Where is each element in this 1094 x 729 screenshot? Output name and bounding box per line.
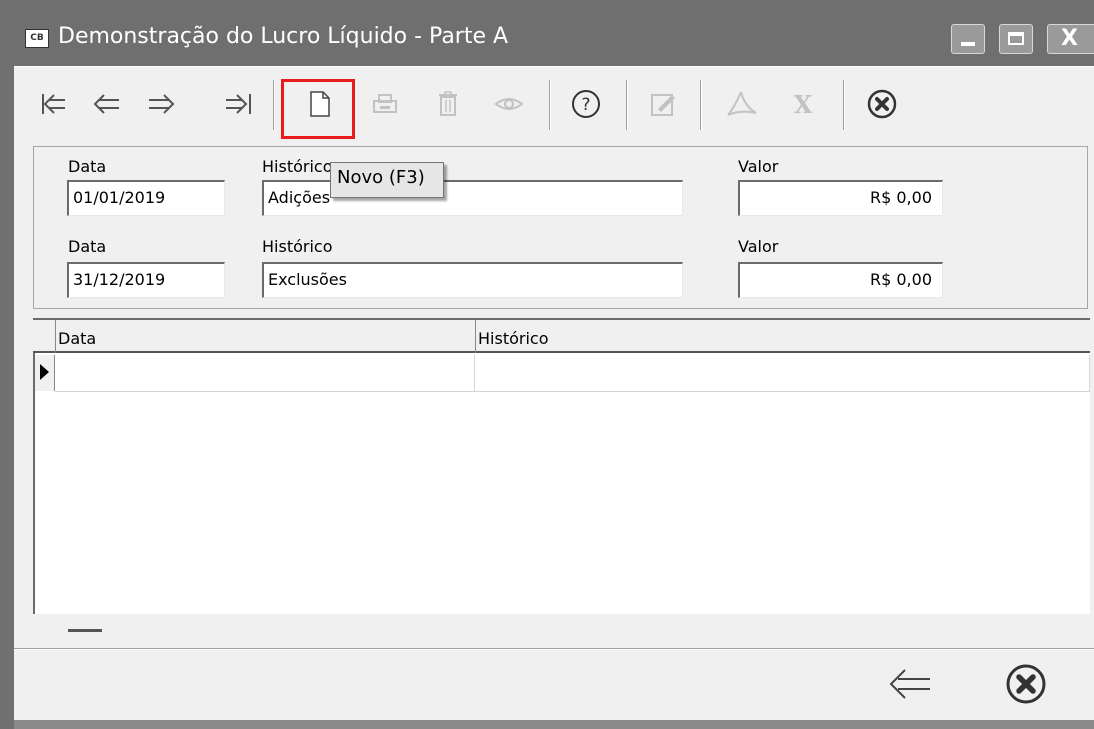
toolbar-separator <box>843 80 845 130</box>
data-field-2[interactable]: 31/12/2019 <box>67 262 225 298</box>
next-record-button[interactable] <box>145 83 179 125</box>
excel-button[interactable]: X <box>783 83 823 125</box>
last-record-icon <box>226 94 251 114</box>
historico-label-1: Histórico <box>262 157 333 176</box>
data-label-2: Data <box>68 237 107 256</box>
edit-button[interactable] <box>643 83 683 125</box>
edit-icon <box>651 94 675 116</box>
trash-icon <box>439 91 457 116</box>
table-cell-historico[interactable] <box>475 355 1090 392</box>
toolbar-separator <box>700 80 702 130</box>
help-icon: ? <box>572 90 600 118</box>
print-icon <box>373 94 397 113</box>
window-close-button[interactable]: X <box>1047 24 1094 54</box>
tooltip: Novo (F3) <box>330 162 444 198</box>
scroll-thumb[interactable] <box>68 629 102 632</box>
toolbar-separator <box>626 80 628 130</box>
maximize-icon <box>1008 32 1024 45</box>
excel-icon: X <box>794 90 813 118</box>
svg-text:X: X <box>794 90 813 118</box>
valor-label-1: Valor <box>738 157 779 176</box>
minimize-button[interactable] <box>951 24 985 54</box>
first-record-icon <box>42 94 65 114</box>
historico-field-2[interactable]: Exclusões <box>262 262 683 298</box>
delete-button[interactable] <box>428 83 468 125</box>
view-button[interactable] <box>487 83 531 125</box>
historico-label-2: Histórico <box>262 237 333 256</box>
help-button[interactable]: ? <box>566 83 606 125</box>
valor-label-2: Valor <box>738 237 779 256</box>
historico-field-1[interactable]: Adições <box>262 180 683 216</box>
toolbar-separator <box>549 80 551 130</box>
previous-record-button[interactable] <box>89 83 123 125</box>
data-label-1: Data <box>68 157 107 176</box>
window-title: Demonstração do Lucro Líquido - Parte A <box>58 24 509 49</box>
back-arrow-icon <box>889 669 930 699</box>
footer-close-button[interactable] <box>1002 660 1050 708</box>
toolbar-close-button[interactable] <box>862 83 902 125</box>
close-circle-icon <box>1006 664 1046 704</box>
first-record-button[interactable] <box>37 83 71 125</box>
close-circle-icon <box>867 89 897 119</box>
valor-field-1[interactable]: R$ 0,00 <box>738 180 943 216</box>
app-icon: CB <box>25 29 49 48</box>
pdf-button[interactable] <box>720 83 764 125</box>
data-field-1[interactable]: 01/01/2019 <box>67 180 225 216</box>
toolbar-separator <box>273 80 275 130</box>
maximize-button[interactable] <box>999 24 1033 54</box>
last-record-button[interactable] <box>222 83 256 125</box>
horizontal-scrollbar[interactable] <box>33 614 1090 648</box>
close-icon: X <box>1061 26 1078 51</box>
svg-text:?: ? <box>581 95 590 115</box>
window-bottom-border <box>14 720 1094 729</box>
eye-icon <box>494 98 524 110</box>
column-header-data[interactable]: Data <box>55 320 475 353</box>
new-button-highlight <box>281 79 355 139</box>
table-cell-data[interactable] <box>55 355 475 392</box>
minimize-icon <box>961 42 975 46</box>
pdf-icon <box>727 91 757 116</box>
previous-arrow-icon <box>93 94 119 114</box>
valor-field-2[interactable]: R$ 0,00 <box>738 262 943 298</box>
column-header-historico[interactable]: Histórico <box>475 320 1090 353</box>
print-button[interactable] <box>365 83 405 125</box>
next-arrow-icon <box>149 94 175 114</box>
back-button[interactable] <box>885 660 933 708</box>
current-row-arrow-icon <box>40 364 49 380</box>
